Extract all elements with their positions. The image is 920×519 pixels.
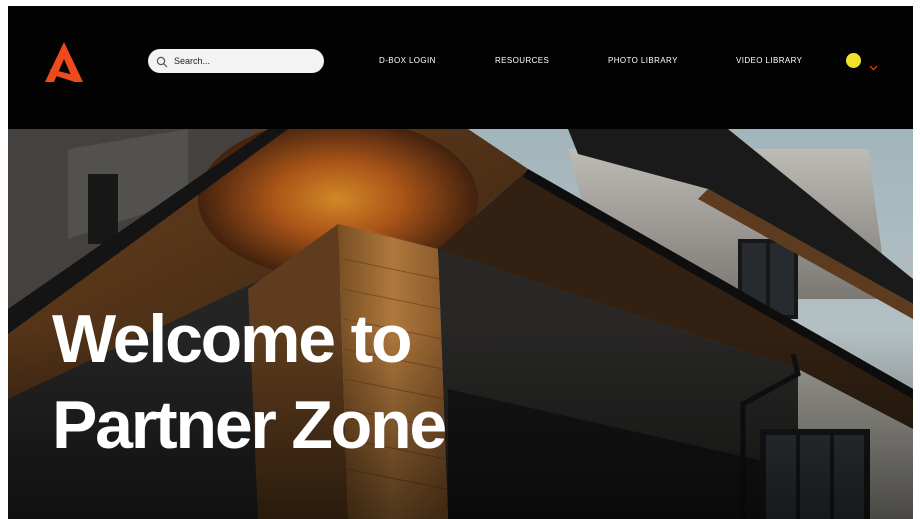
- hero-title: Welcome to Partner Zone: [52, 301, 447, 463]
- avatar[interactable]: [846, 53, 861, 68]
- account-menu[interactable]: [846, 53, 878, 70]
- site-header: D-BOX LOGIN RESOURCES PHOTO LIBRARY VIDE…: [8, 6, 913, 129]
- a-mark-logo-icon[interactable]: [45, 42, 83, 82]
- nav-dbox-login[interactable]: D-BOX LOGIN: [379, 56, 436, 65]
- search-input[interactable]: [174, 56, 314, 66]
- nav-resources[interactable]: RESOURCES: [495, 56, 549, 65]
- chevron-down-icon[interactable]: [869, 58, 878, 70]
- hero-title-line-1: Welcome to: [52, 301, 413, 377]
- nav-video-library[interactable]: VIDEO LIBRARY: [736, 56, 802, 65]
- nav-photo-library[interactable]: PHOTO LIBRARY: [608, 56, 678, 65]
- search-icon: [156, 55, 168, 68]
- search-box[interactable]: [148, 49, 324, 73]
- hero-section: Welcome to Partner Zone: [8, 129, 913, 519]
- hero-title-line-2: Partner Zone: [52, 387, 447, 463]
- page-frame: D-BOX LOGIN RESOURCES PHOTO LIBRARY VIDE…: [8, 6, 913, 519]
